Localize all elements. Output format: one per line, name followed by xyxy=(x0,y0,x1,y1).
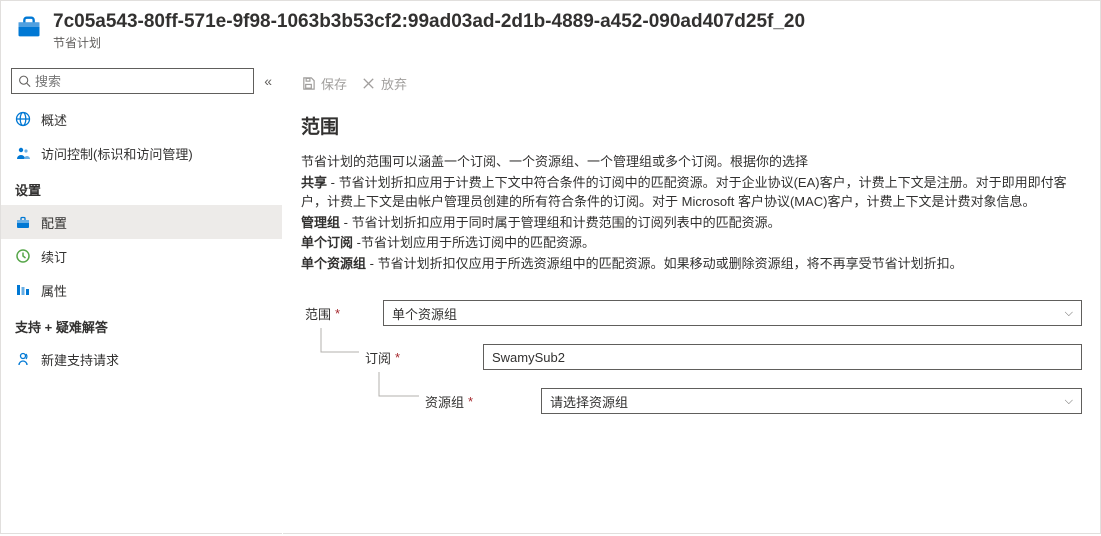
desc-mgmt-group: 管理组 - 节省计划折扣应用于同时属于管理组和计费范围的订阅列表中的匹配资源。 xyxy=(301,214,1082,233)
sidebar-search-input[interactable] xyxy=(35,74,247,89)
resource-group-dropdown[interactable]: 请选择资源组 ⌵ xyxy=(541,388,1082,414)
subscription-label: 订阅 xyxy=(365,348,391,367)
people-icon xyxy=(15,145,31,161)
sidebar-item-label: 新建支持请求 xyxy=(41,350,119,369)
toolbox-icon xyxy=(15,214,31,230)
savings-plan-icon xyxy=(15,13,43,41)
desc-intro: 节省计划的范围可以涵盖一个订阅、一个资源组、一个管理组或多个订阅。根据你的选择 xyxy=(301,153,1082,172)
sidebar-item-properties[interactable]: 属性 xyxy=(1,273,282,307)
page-title: 7c05a543-80ff-571e-9f98-1063b3b53cf2:99a… xyxy=(53,11,1086,33)
support-icon xyxy=(15,351,31,367)
sidebar-item-label: 概述 xyxy=(41,110,67,129)
resource-type-label: 节省计划 xyxy=(53,34,1086,51)
chevron-down-icon: ⌵ xyxy=(1065,395,1073,408)
scope-label: 范围 xyxy=(305,304,331,323)
sidebar-item-label: 属性 xyxy=(41,281,67,300)
sidebar-section-settings: 设置 xyxy=(1,170,282,205)
sidebar-item-label: 配置 xyxy=(41,213,67,232)
discard-button-label: 放弃 xyxy=(381,74,407,93)
sidebar: « 概述 访问控制(标识和访问管理) 设置 配置 续订 属性 支持 + 疑难解答… xyxy=(1,60,283,536)
discard-icon xyxy=(361,76,376,91)
sidebar-section-support: 支持 + 疑难解答 xyxy=(1,307,282,342)
sidebar-item-support-request[interactable]: 新建支持请求 xyxy=(1,342,282,376)
scope-dropdown[interactable]: 单个资源组 ⌵ xyxy=(383,300,1082,326)
globe-icon xyxy=(15,111,31,127)
save-button[interactable]: 保存 xyxy=(301,74,347,93)
resource-group-placeholder: 请选择资源组 xyxy=(550,392,628,411)
required-indicator: * xyxy=(335,306,340,321)
chevron-down-icon: ⌵ xyxy=(1065,307,1073,320)
sidebar-item-overview[interactable]: 概述 xyxy=(1,102,282,136)
sidebar-item-label: 访问控制(标识和访问管理) xyxy=(41,144,193,163)
toolbar: 保存 放弃 xyxy=(301,68,1082,98)
description-block: 节省计划的范围可以涵盖一个订阅、一个资源组、一个管理组或多个订阅。根据你的选择 … xyxy=(301,153,1082,274)
sidebar-search[interactable] xyxy=(11,68,254,94)
sidebar-item-label: 续订 xyxy=(41,247,67,266)
scope-value: 单个资源组 xyxy=(392,304,457,323)
sidebar-item-access-control[interactable]: 访问控制(标识和访问管理) xyxy=(1,136,282,170)
save-button-label: 保存 xyxy=(321,74,347,93)
desc-share: 共享 - 节省计划折扣应用于计费上下文中符合条件的订阅中的匹配资源。对于企业协议… xyxy=(301,174,1082,212)
clock-icon xyxy=(15,248,31,264)
resource-group-label: 资源组 xyxy=(425,392,464,411)
sidebar-collapse-button[interactable]: « xyxy=(264,73,272,89)
scope-form: 范围 * 单个资源组 ⌵ 订阅 * SwamySub2 xyxy=(301,300,1082,414)
desc-single-rg: 单个资源组 - 节省计划折扣仅应用于所选资源组中的匹配资源。如果移动或删除资源组… xyxy=(301,255,1082,274)
subscription-field[interactable]: SwamySub2 xyxy=(483,344,1082,370)
sidebar-item-renew[interactable]: 续订 xyxy=(1,239,282,273)
main-content: 保存 放弃 范围 节省计划的范围可以涵盖一个订阅、一个资源组、一个管理组或多个订… xyxy=(283,60,1100,536)
properties-icon xyxy=(15,282,31,298)
section-title: 范围 xyxy=(301,112,1082,139)
save-icon xyxy=(301,76,316,91)
desc-single-sub: 单个订阅 -节省计划应用于所选订阅中的匹配资源。 xyxy=(301,234,1082,253)
required-indicator: * xyxy=(395,350,400,365)
subscription-value: SwamySub2 xyxy=(492,350,565,365)
search-icon xyxy=(18,74,31,88)
required-indicator: * xyxy=(468,394,473,409)
header: 7c05a543-80ff-571e-9f98-1063b3b53cf2:99a… xyxy=(1,1,1100,60)
sidebar-item-configuration[interactable]: 配置 xyxy=(1,205,282,239)
discard-button[interactable]: 放弃 xyxy=(361,74,407,93)
